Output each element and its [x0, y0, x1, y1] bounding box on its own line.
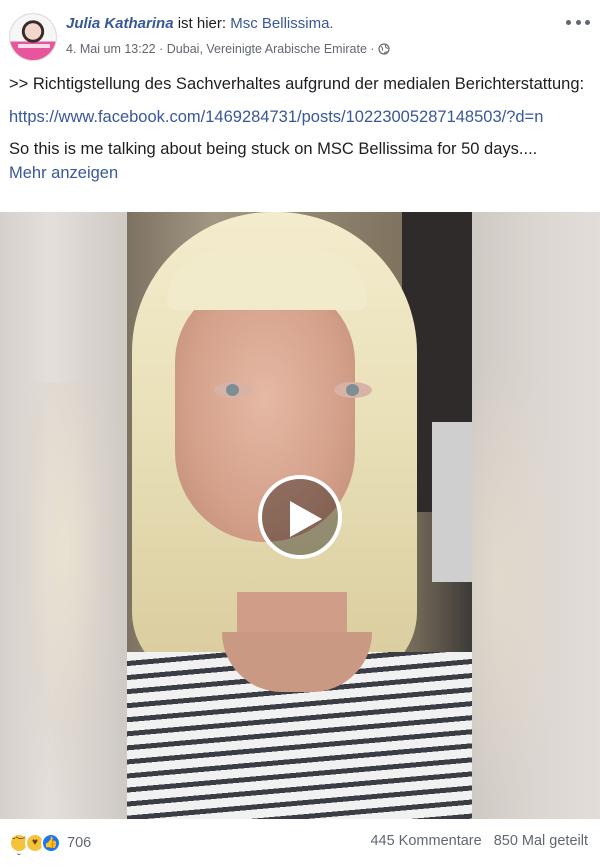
- comments-count[interactable]: 445 Kommentare: [370, 833, 481, 849]
- post-text-line: >> Richtigstellung des Sachverhaltes auf…: [9, 75, 585, 93]
- post-text-content: So this is me talking about being stuck …: [9, 140, 538, 158]
- engagement-counts: 445 Kommentare 850 Mal geteilt: [370, 833, 588, 849]
- avatar-image: [10, 14, 56, 60]
- post-text: >> Richtigstellung des Sachverhaltes auf…: [9, 72, 593, 193]
- video-blur-right: [472, 212, 600, 819]
- video-person-fringe: [167, 250, 367, 310]
- like-icon: 👍: [41, 833, 61, 853]
- post-footer: ˘︶˘ ♥ 👍 706 445 Kommentare 850 Mal geteil…: [0, 819, 600, 867]
- video-background-shelf: [432, 422, 472, 582]
- more-dot: [566, 19, 571, 25]
- post-timestamp[interactable]: 4. Mai um 13:22: [66, 42, 156, 56]
- play-triangle: [290, 501, 322, 537]
- post-header-line: Julia Katharina ist hier: Msc Bellissima…: [66, 14, 334, 34]
- reaction-icons: ˘︶˘ ♥ 👍: [9, 833, 61, 864]
- post-meta: 4. Mai um 13:22 · Dubai, Vereinigte Arab…: [66, 40, 390, 58]
- post-location[interactable]: Dubai, Vereinigte Arabische Emirate: [167, 42, 367, 56]
- reaction-count: 706: [67, 835, 92, 851]
- more-dot: [585, 19, 590, 25]
- shares-count[interactable]: 850 Mal geteilt: [494, 833, 588, 849]
- play-icon[interactable]: [258, 475, 342, 559]
- see-more-link[interactable]: Mehr anzeigen: [9, 164, 118, 182]
- post-url-link[interactable]: https://www.facebook.com/1469284731/post…: [9, 108, 543, 126]
- more-dot: [575, 19, 581, 25]
- checkin-place-link[interactable]: Msc Bellissima.: [230, 15, 333, 32]
- avatar-caption: [18, 44, 50, 48]
- facebook-post: Julia Katharina ist hier: Msc Bellissima…: [0, 0, 600, 867]
- video-person-eye: [214, 382, 252, 398]
- video-person-eye: [334, 382, 372, 398]
- more-options-icon[interactable]: [566, 12, 590, 32]
- reactions-summary[interactable]: ˘︶˘ ♥ 👍 706: [9, 833, 92, 864]
- video-blur-left: [0, 212, 127, 819]
- post-link: https://www.facebook.com/1469284731/post…: [9, 105, 593, 130]
- checkin-label: ist hier:: [177, 15, 227, 32]
- avatar[interactable]: [9, 13, 57, 61]
- meta-separator: ·: [159, 42, 164, 56]
- author-name[interactable]: Julia Katharina: [66, 15, 174, 32]
- post-text-line: So this is me talking about being stuck …: [9, 137, 593, 185]
- globe-icon[interactable]: [378, 43, 390, 55]
- meta-separator: ·: [370, 42, 375, 56]
- video-player[interactable]: [0, 212, 600, 819]
